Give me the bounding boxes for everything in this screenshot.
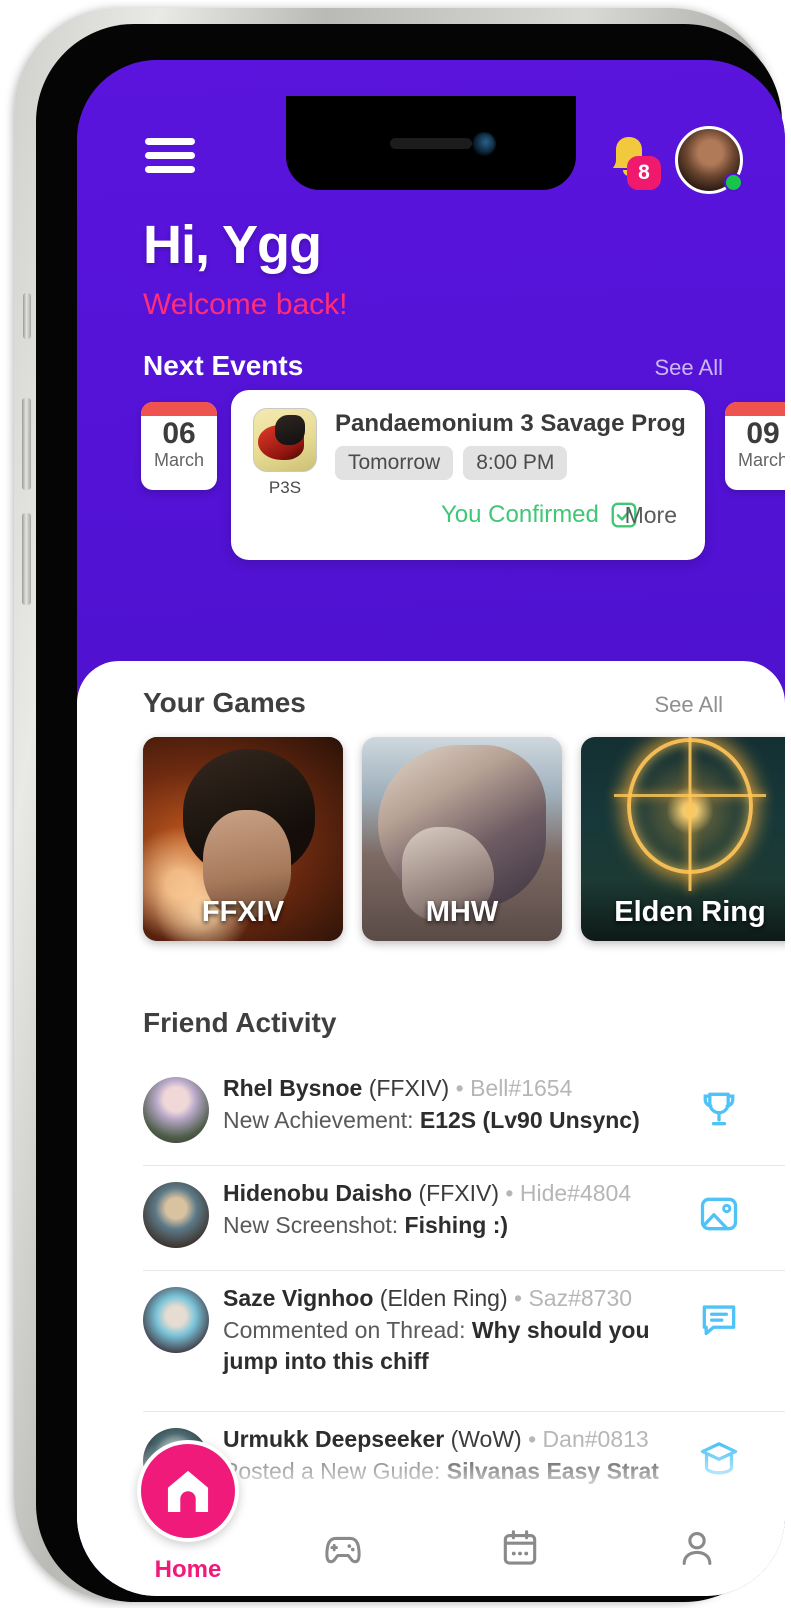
notifications-button[interactable]: 8 xyxy=(601,130,661,192)
activity-action: Commented on Thread: xyxy=(223,1316,472,1343)
activity-action: New Screenshot: xyxy=(223,1211,405,1238)
event-game-label: P3S xyxy=(268,478,302,497)
next-events-title: Next Events xyxy=(143,350,304,381)
online-status-indicator xyxy=(724,173,743,192)
separator-dot: • xyxy=(514,1285,523,1311)
list-item[interactable]: Rhel Bysnoe (FFXIV) • Bell#1654 New Achi… xyxy=(143,1061,785,1166)
trophy-icon[interactable] xyxy=(697,1087,741,1131)
game-card-label: FFXIV xyxy=(201,896,285,928)
activity-action: New Achievement: xyxy=(223,1106,420,1133)
friend-game: (Elden Ring) xyxy=(379,1285,508,1311)
content-sheet: Your Games See All FFXIV MHW Elden Ring … xyxy=(77,661,785,1596)
earpiece-speaker-icon xyxy=(390,138,472,149)
nav-item-calendar[interactable] xyxy=(431,1526,608,1570)
friend-activity-text: Saze Vignhoo (Elden Ring) • Saz#8730 Com… xyxy=(223,1283,675,1378)
separator-dot: • xyxy=(505,1180,514,1206)
your-games-title: Your Games xyxy=(143,687,306,718)
welcome-subtitle: Welcome back! xyxy=(143,288,348,321)
event-date-badge: 06 March xyxy=(141,402,217,490)
volume-down-button[interactable] xyxy=(22,513,31,605)
your-games-carousel[interactable]: FFXIV MHW Elden Ring xyxy=(77,737,785,947)
next-events-see-all[interactable]: See All xyxy=(655,355,724,381)
next-events-header: Next Events See All xyxy=(143,350,723,382)
activity-detail: E12S (Lv90 Unsync) xyxy=(419,1106,640,1133)
list-item[interactable]: Hidenobu Daisho (FFXIV) • Hide#4804 New … xyxy=(143,1166,785,1271)
nav-item-profile[interactable] xyxy=(608,1526,785,1570)
your-games-header: Your Games See All xyxy=(143,687,723,719)
game-card-ffxiv[interactable]: FFXIV xyxy=(143,737,343,941)
friend-game: (FFXIV) xyxy=(368,1075,450,1101)
friend-avatar xyxy=(143,1287,209,1353)
nav-item-home[interactable] xyxy=(137,1440,239,1542)
friend-avatar xyxy=(143,1077,209,1143)
nav-item-games[interactable] xyxy=(254,1525,431,1571)
friend-name: Rhel Bysnoe xyxy=(223,1075,363,1101)
event-game-icon xyxy=(253,408,317,472)
friend-tag: Saz#8730 xyxy=(528,1285,633,1311)
activity-detail: Fishing :) xyxy=(404,1211,509,1238)
event-day-next: 09 xyxy=(746,417,780,450)
friend-tag: Hide#4804 xyxy=(519,1180,632,1206)
person-icon xyxy=(682,1531,711,1565)
event-chips: Tomorrow 8:00 PM xyxy=(335,446,568,480)
separator-dot: • xyxy=(455,1075,464,1101)
event-day-chip: Tomorrow xyxy=(335,446,454,480)
front-camera-icon xyxy=(472,132,496,156)
friend-name: Saze Vignhoo xyxy=(223,1285,374,1311)
friend-activity-title: Friend Activity xyxy=(143,1007,337,1038)
game-card-label: Elden Ring xyxy=(614,896,766,928)
gamepad-icon xyxy=(324,1536,361,1564)
event-title: Pandaemonium 3 Savage Prog xyxy=(335,410,686,437)
event-more-button[interactable]: More xyxy=(625,502,677,529)
event-confirm-label: You Confirmed xyxy=(441,501,599,528)
event-month-next: March xyxy=(737,449,785,470)
event-confirm-status[interactable]: You Confirmed xyxy=(441,500,639,530)
image-icon[interactable] xyxy=(697,1192,741,1236)
volume-up-button[interactable] xyxy=(22,398,31,490)
phone-bezel: 8 Hi, Ygg Welcome back! Next Events See … xyxy=(36,24,785,1602)
event-day: 06 xyxy=(162,417,196,450)
event-month: March xyxy=(153,449,204,470)
hamburger-menu-icon[interactable] xyxy=(145,138,195,174)
friend-avatar xyxy=(143,1182,209,1248)
silence-switch[interactable] xyxy=(23,293,31,339)
phone-screen: 8 Hi, Ygg Welcome back! Next Events See … xyxy=(77,60,785,1596)
notification-badge: 8 xyxy=(627,156,661,190)
phone-notch xyxy=(286,96,576,190)
phone-frame: 8 Hi, Ygg Welcome back! Next Events See … xyxy=(14,8,785,1602)
friend-activity-text: Hidenobu Daisho (FFXIV) • Hide#4804 New … xyxy=(223,1178,675,1241)
comment-icon[interactable] xyxy=(697,1297,741,1341)
nav-item-home-label: Home xyxy=(154,1556,222,1583)
page-title: Hi, Ygg xyxy=(143,215,322,275)
event-date-badge-next: 09 March xyxy=(725,402,785,490)
event-card[interactable]: P3S Pandaemonium 3 Savage Prog Tomorrow … xyxy=(231,390,705,560)
calendar-icon xyxy=(503,1530,536,1565)
list-item[interactable]: Saze Vignhoo (Elden Ring) • Saz#8730 Com… xyxy=(143,1271,785,1412)
event-time-chip: 8:00 PM xyxy=(463,446,568,480)
home-icon xyxy=(167,1470,209,1512)
game-card-label: MHW xyxy=(425,896,499,928)
friend-game: (FFXIV) xyxy=(418,1180,500,1206)
friend-name: Hidenobu Daisho xyxy=(223,1180,413,1206)
avatar[interactable] xyxy=(675,126,743,194)
game-card-mhw[interactable]: MHW xyxy=(362,737,562,941)
next-events-carousel[interactable]: 06 March P3S Pandaemonium 3 Savage Prog … xyxy=(77,390,785,570)
friend-tag: Bell#1654 xyxy=(470,1075,573,1101)
your-games-see-all[interactable]: See All xyxy=(655,692,724,718)
game-card-elden-ring[interactable]: Elden Ring xyxy=(581,737,785,941)
friend-activity-text: Rhel Bysnoe (FFXIV) • Bell#1654 New Achi… xyxy=(223,1073,675,1136)
screenshot-root: 8 Hi, Ygg Welcome back! Next Events See … xyxy=(0,0,791,1608)
